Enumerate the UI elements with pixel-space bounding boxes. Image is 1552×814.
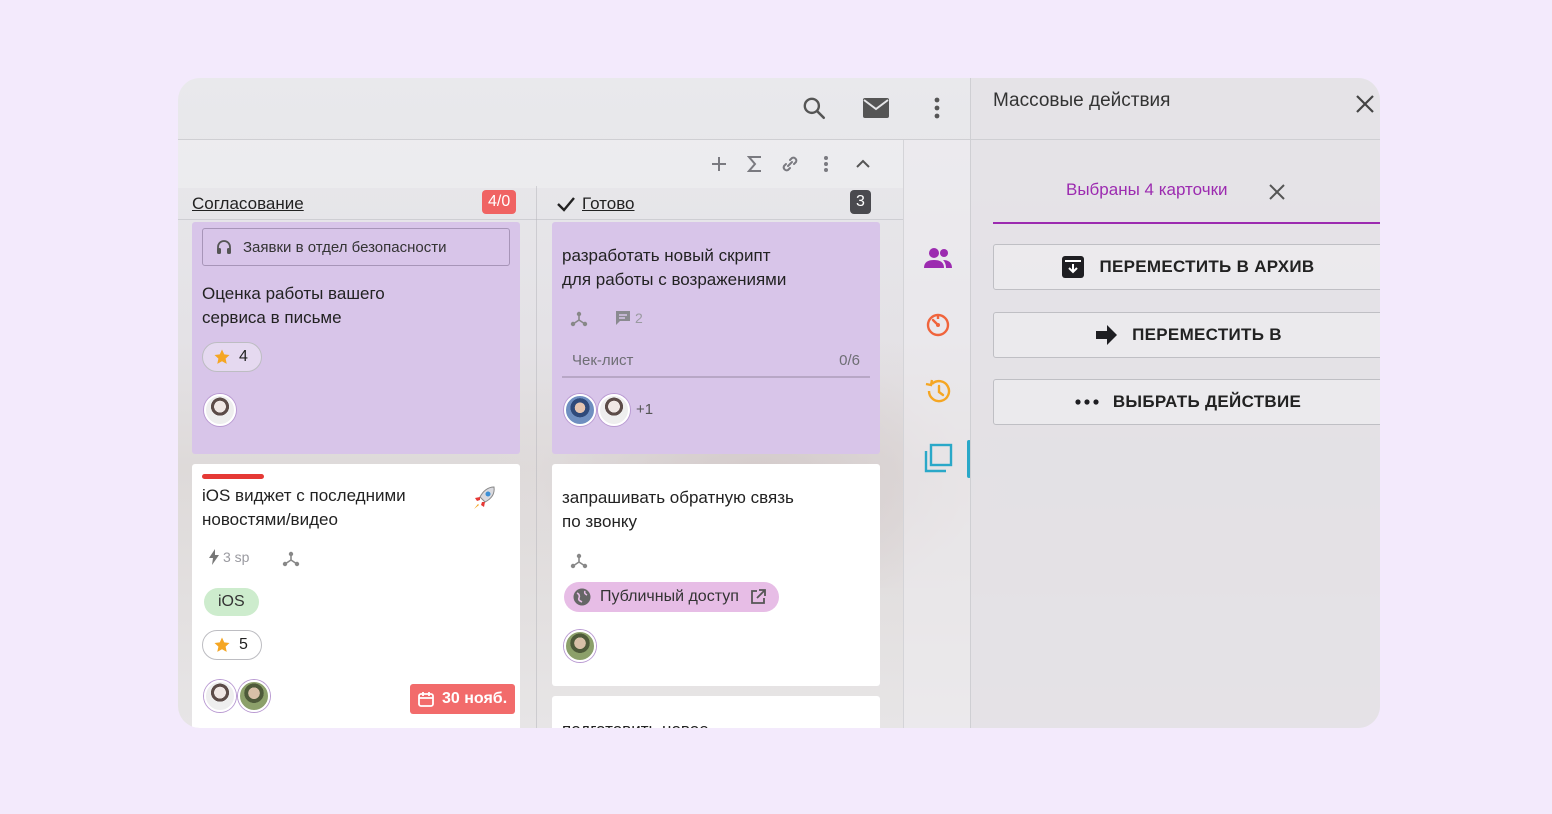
globe-icon [572,587,592,607]
column-title[interactable]: Готово [582,194,635,214]
avatar[interactable] [564,630,596,662]
subtasks-icon [282,550,300,573]
calendar-icon [418,691,434,707]
due-date-value: 30 нояб. [442,690,508,707]
column-count-badge: 3 [850,190,871,214]
mass-actions-panel: Массовые действия Выбраны 4 карточки ПЕР… [970,78,1380,728]
story-points-value: 3 sp [223,549,250,565]
checklist-progress-bar [562,376,870,378]
column-title[interactable]: Согласование [192,194,304,214]
members-icon[interactable] [920,240,956,276]
public-access-chip[interactable]: Публичный доступ [564,582,779,612]
more-vertical-icon[interactable] [812,150,840,178]
card[interactable]: разработать новый скрипт для работы с во… [552,222,880,454]
kanban-app: Согласование 4/0 Готово 3 Заявки в отдел… [178,78,1380,728]
card-title-line: запрашивать обратную связь [562,488,794,507]
card[interactable]: Заявки в отдел безопасности Оценка работ… [192,222,520,454]
sum-icon[interactable] [741,150,769,178]
external-link-icon[interactable] [749,588,767,606]
panel-divider [971,139,1380,140]
column-count-badge: 4/0 [482,190,517,214]
add-icon[interactable] [705,150,733,178]
subtasks-icon [570,310,588,333]
card-title-line: iOS виджет с последними [202,486,406,505]
label-chip[interactable]: iOS [204,588,259,616]
avatar[interactable] [564,394,596,426]
card-title: запрашивать обратную связь по звонку [562,486,794,534]
subtasks-icon [570,552,588,575]
avatar[interactable] [204,394,236,426]
card-title-line: новостями/видео [202,510,338,529]
panel-title: Массовые действия [993,90,1171,111]
rating-value: 4 [239,348,248,365]
archive-icon [1061,255,1085,279]
headset-icon [215,238,233,256]
more-vertical-icon[interactable] [919,90,955,126]
priority-bar [202,474,264,479]
choose-action-button[interactable]: ВЫБРАТЬ ДЕЙСТВИЕ [993,379,1380,425]
board-toolbar [178,140,903,188]
move-to-button[interactable]: ПЕРЕМЕСТИТЬ В [993,312,1380,358]
timer-icon[interactable] [920,306,956,342]
card-title: iOS виджет с последними новостями/видео [202,484,406,532]
star-icon [213,348,231,366]
checklist-label: Чек-лист [572,352,634,369]
search-icon[interactable] [796,90,832,126]
card-title-line: для работы с возражениями [562,270,787,289]
card[interactable]: подготовить новое [552,696,880,728]
avatar[interactable] [238,680,270,712]
comments-value: 2 [635,310,643,326]
bolt-icon [208,548,220,566]
column-header-approval[interactable]: Согласование [192,188,304,220]
avatar[interactable] [598,394,630,426]
mass-actions-icon[interactable] [920,440,956,476]
comment-icon [614,309,632,327]
chevron-up-icon[interactable] [849,150,877,178]
board-sidebar [903,140,971,728]
move-to-archive-button[interactable]: ПЕРЕМЕСТИТЬ В АРХИВ [993,244,1380,290]
star-icon [213,636,231,654]
card[interactable]: iOS виджет с последними новостями/видео … [192,464,520,728]
avatar[interactable] [204,680,236,712]
extra-members[interactable]: +1 [636,401,653,418]
card-title: подготовить новое [562,718,709,728]
column-header-done[interactable]: Готово [556,188,635,220]
card-title: Оценка работы вашего сервиса в письме [202,282,385,330]
check-icon [556,195,576,213]
public-access-label: Публичный доступ [600,588,739,605]
clear-selection-icon[interactable] [1263,178,1291,206]
rating-value: 5 [239,636,248,653]
arrow-right-icon [1094,324,1118,346]
button-label: ПЕРЕМЕСТИТЬ В [1132,325,1282,344]
card-title-line: по звонку [562,512,637,531]
card[interactable]: запрашивать обратную связь по звонку Пуб… [552,464,880,686]
column-divider [536,186,537,728]
selection-count: Выбраны 4 карточки [1066,180,1228,199]
card-tag-label: Заявки в отдел безопасности [243,238,447,256]
mail-icon[interactable] [858,90,894,126]
more-horizontal-icon [1075,399,1099,405]
close-icon[interactable] [1351,90,1379,118]
selection-underline [993,222,1380,224]
header-divider [178,219,903,220]
button-label: ПЕРЕМЕСТИТЬ В АРХИВ [1099,257,1315,276]
history-icon[interactable] [920,373,956,409]
rating-pill[interactable]: 5 [202,630,262,660]
rocket-icon [470,484,498,517]
checklist-progress: 0/6 [839,352,860,369]
due-date-badge[interactable]: 30 нояб. [410,684,516,714]
button-label: ВЫБРАТЬ ДЕЙСТВИЕ [1112,392,1302,411]
card-title-line: сервиса в письме [202,308,342,327]
card-title: разработать новый скрипт для работы с во… [562,244,786,292]
link-icon[interactable] [776,150,804,178]
story-points: 3 sp [208,548,249,566]
card-tag[interactable]: Заявки в отдел безопасности [202,228,510,266]
card-title-line: Оценка работы вашего [202,284,385,303]
rating-pill[interactable]: 4 [202,342,262,372]
top-bar [178,78,970,140]
comments-count: 2 [614,309,643,327]
card-title-line: разработать новый скрипт [562,246,771,265]
